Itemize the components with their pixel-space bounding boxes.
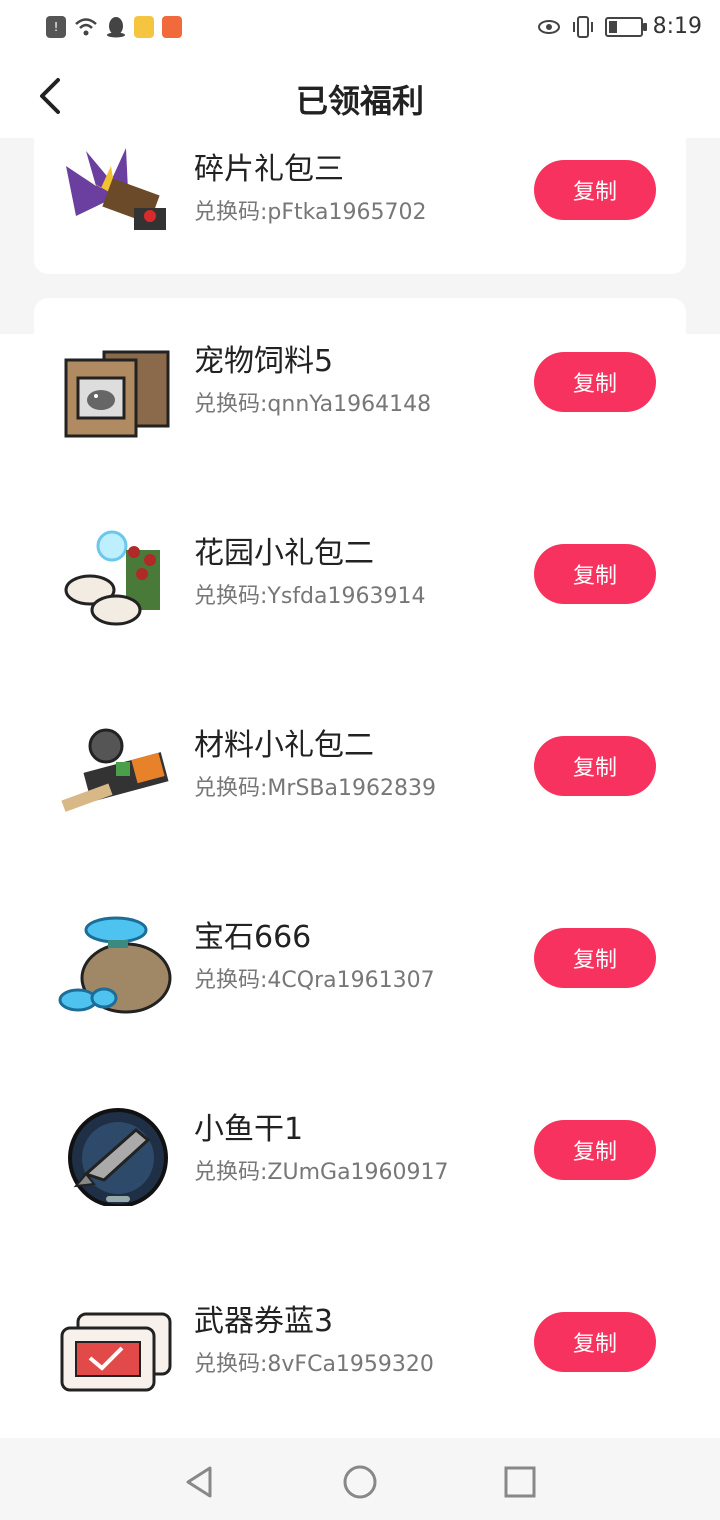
list-item: 材料小礼包二 兑换码:MrSBa1962839 复制	[34, 712, 686, 832]
item-name: 小鱼干1	[194, 1112, 304, 1147]
note-icon	[134, 16, 154, 38]
page-title: 已领福利	[295, 82, 424, 120]
redeem-code: 兑换码:MrSBa1962839	[194, 776, 436, 801]
garden-pack-icon	[64, 530, 160, 626]
redeem-code: 兑换码:pFtka1965702	[194, 200, 427, 225]
reward-card	[34, 298, 686, 1438]
wifi-icon	[75, 18, 97, 36]
item-name: 宝石666	[194, 920, 312, 955]
home-circle-icon[interactable]	[340, 1462, 380, 1502]
pet-food-icon	[64, 350, 170, 438]
redeem-code: 兑换码:Ysfda1963914	[194, 584, 426, 609]
item-name: 材料小礼包二	[194, 728, 374, 763]
copy-button[interactable]: 复制	[534, 544, 656, 604]
system-nav-bar	[0, 1438, 720, 1520]
item-name: 碎片礼包三	[194, 152, 344, 187]
fragment-pack-icon	[66, 148, 166, 230]
item-name: 宠物饲料5	[194, 344, 334, 379]
redeem-code: 兑换码:8vFCa1959320	[194, 1352, 434, 1377]
redeem-code: 兑换码:qnnYa1964148	[194, 392, 432, 417]
status-left-icons: !	[46, 16, 182, 38]
copy-button[interactable]: 复制	[534, 1312, 656, 1372]
app-icon	[162, 16, 182, 38]
vibrate-icon	[572, 15, 593, 38]
back-triangle-icon[interactable]	[180, 1462, 220, 1502]
copy-button[interactable]: 复制	[534, 352, 656, 412]
list-item: 宠物饲料5 兑换码:qnnYa1964148 复制	[34, 328, 686, 448]
weapon-ticket-icon	[60, 1312, 172, 1392]
list-item: 碎片礼包三 兑换码:pFtka1965702 复制	[34, 136, 686, 256]
redeem-code: 兑换码:ZUmGa1960917	[194, 1160, 449, 1185]
qq-icon	[107, 17, 125, 38]
item-name: 花园小礼包二	[194, 536, 374, 571]
copy-button[interactable]: 复制	[534, 736, 656, 796]
dried-fish-icon	[68, 1108, 168, 1206]
status-right-icons: 8:19	[537, 14, 702, 39]
copy-button[interactable]: 复制	[534, 1120, 656, 1180]
copy-button[interactable]: 复制	[534, 160, 656, 220]
gem-bag-icon	[58, 916, 172, 1014]
page-header: 已领福利	[0, 56, 720, 138]
list-item: 宝石666 兑换码:4CQra1961307 复制	[34, 904, 686, 1024]
copy-button[interactable]: 复制	[534, 928, 656, 988]
redeem-code: 兑换码:4CQra1961307	[194, 968, 435, 993]
battery-icon	[604, 16, 647, 37]
list-item: 花园小礼包二 兑换码:Ysfda1963914 复制	[34, 520, 686, 640]
status-bar: ! 8:19	[0, 0, 720, 56]
item-name: 武器券蓝3	[194, 1304, 334, 1339]
eye-icon	[537, 19, 560, 34]
alert-icon: !	[46, 16, 66, 38]
list-item: 小鱼干1 兑换码:ZUmGa1960917 复制	[34, 1096, 686, 1216]
material-pack-icon	[61, 728, 169, 812]
list-item: 武器券蓝3 兑换码:8vFCa1959320 复制	[34, 1288, 686, 1408]
status-time: 8:19	[652, 14, 702, 39]
recents-square-icon[interactable]	[500, 1462, 540, 1502]
